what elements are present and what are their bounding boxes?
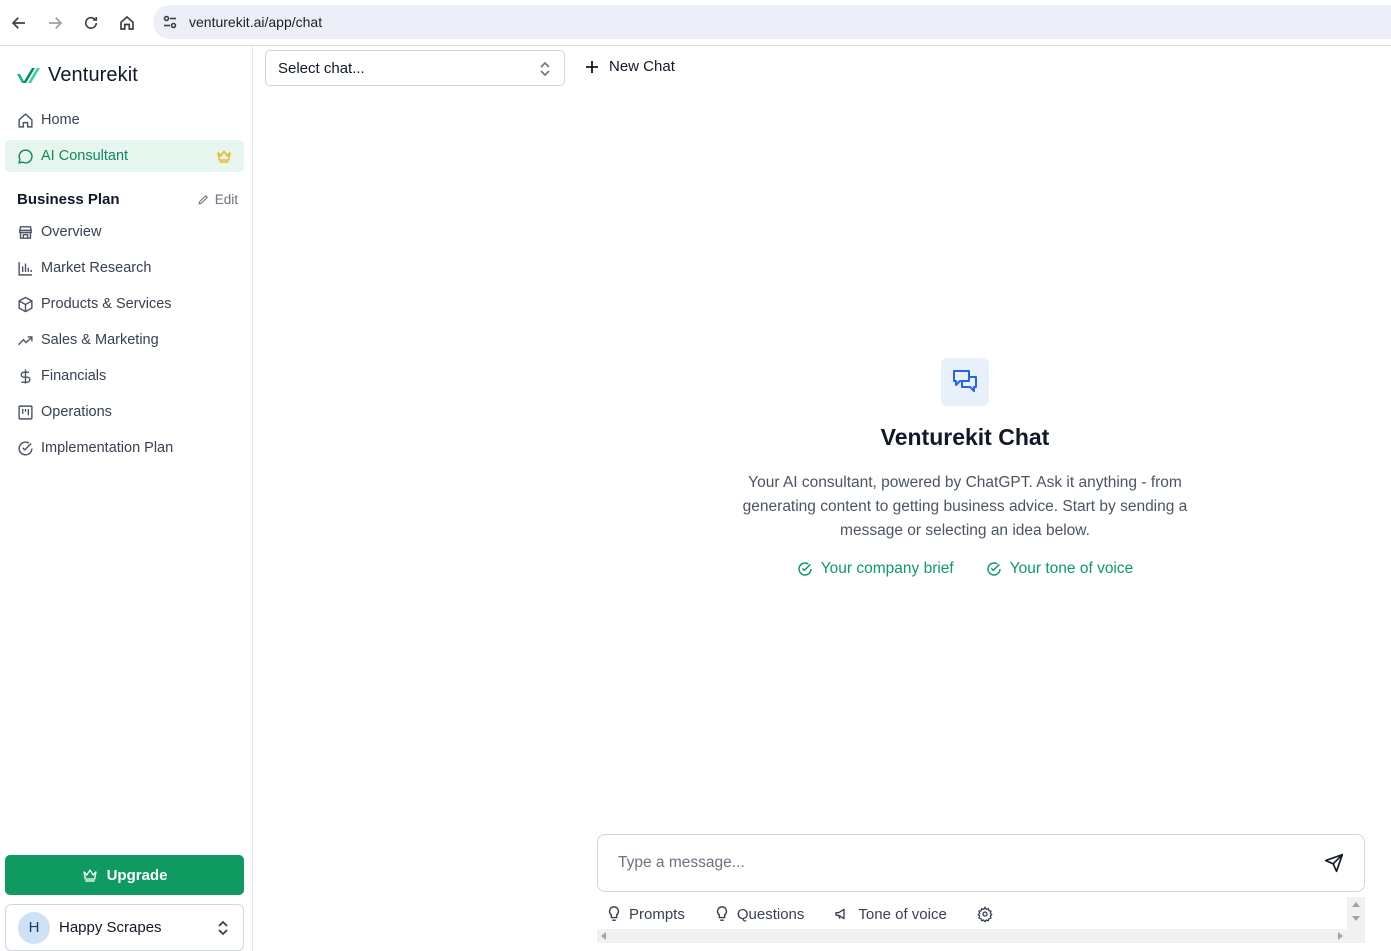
megaphone-icon bbox=[835, 908, 846, 920]
sidebar-item-label: Implementation Plan bbox=[41, 440, 174, 456]
box-icon bbox=[18, 296, 33, 312]
chevron-up-down-icon bbox=[540, 61, 550, 77]
back-arrow-icon bbox=[11, 16, 25, 29]
horizontal-scrollbar[interactable] bbox=[597, 929, 1347, 943]
tool-label: Prompts bbox=[629, 905, 685, 923]
send-icon[interactable] bbox=[1324, 853, 1344, 873]
pencil-icon bbox=[198, 194, 208, 205]
kanban-icon bbox=[18, 404, 33, 420]
upgrade-button[interactable]: Upgrade bbox=[5, 855, 244, 895]
account-name: Happy Scrapes bbox=[59, 919, 162, 936]
sidebar-item-label: Market Research bbox=[41, 260, 152, 276]
reload-button[interactable] bbox=[73, 5, 109, 41]
site-settings-icon[interactable] bbox=[162, 14, 178, 30]
tone-of-voice-button[interactable]: Tone of voice bbox=[834, 905, 947, 923]
lightbulb-icon bbox=[608, 906, 620, 921]
prompts-button[interactable]: Prompts bbox=[607, 906, 685, 923]
account-switcher[interactable]: H Happy Scrapes bbox=[5, 904, 244, 951]
back-button[interactable] bbox=[1, 5, 37, 41]
chat-bubbles-icon bbox=[941, 358, 989, 406]
business-plan-header: Business Plan Edit bbox=[17, 191, 238, 208]
chat-select-value: Select chat... bbox=[278, 59, 365, 77]
bar-chart-icon bbox=[18, 261, 32, 276]
message-input[interactable] bbox=[618, 854, 1278, 872]
gear-icon bbox=[977, 906, 993, 922]
edit-label: Edit bbox=[214, 192, 238, 207]
browser-toolbar: venturekit.ai/app/chat bbox=[0, 0, 1391, 46]
sidebar-item-products-services[interactable]: Products & Services bbox=[5, 288, 244, 320]
check-circle-icon bbox=[987, 562, 1001, 576]
home-button[interactable] bbox=[109, 5, 145, 41]
empty-state-description: Your AI consultant, powered by ChatGPT. … bbox=[742, 474, 1188, 539]
sidebar: Venturekit Home AI Consultant Business P… bbox=[0, 46, 253, 951]
new-chat-button[interactable]: New Chat bbox=[585, 58, 675, 75]
venturekit-logo-icon bbox=[17, 67, 40, 83]
plus-icon bbox=[586, 60, 598, 73]
sidebar-item-implementation-plan[interactable]: Implementation Plan bbox=[5, 432, 244, 464]
company-brief-badge[interactable]: Your company brief bbox=[797, 560, 954, 578]
avatar: H bbox=[18, 911, 50, 944]
settings-button[interactable] bbox=[977, 906, 1001, 922]
store-icon bbox=[19, 225, 32, 239]
address-bar[interactable]: venturekit.ai/app/chat bbox=[153, 5, 1391, 39]
forward-button[interactable] bbox=[37, 5, 73, 41]
chevron-up-down-icon bbox=[218, 920, 228, 936]
empty-state-title: Venturekit Chat bbox=[880, 424, 1050, 450]
edit-button[interactable]: Edit bbox=[197, 192, 238, 207]
sidebar-item-label: Operations bbox=[41, 404, 112, 420]
message-composer bbox=[597, 834, 1365, 892]
lightbulb-icon bbox=[716, 906, 727, 921]
vertical-scrollbar[interactable] bbox=[1347, 897, 1365, 943]
scroll-right-arrow[interactable] bbox=[1338, 932, 1343, 940]
check-circle-icon bbox=[798, 562, 812, 576]
tone-of-voice-badge[interactable]: Your tone of voice bbox=[986, 560, 1134, 578]
crown-icon bbox=[217, 150, 231, 163]
sidebar-item-market-research[interactable]: Market Research bbox=[5, 252, 244, 284]
logo[interactable]: Venturekit bbox=[16, 64, 138, 87]
brand-name: Venturekit bbox=[48, 64, 138, 86]
home-icon bbox=[18, 112, 33, 128]
check-circle-icon bbox=[18, 440, 33, 456]
tool-label: Tone of voice bbox=[858, 905, 947, 923]
crown-icon bbox=[82, 869, 97, 882]
chat-select[interactable]: Select chat... bbox=[265, 50, 565, 86]
questions-button[interactable]: Questions bbox=[715, 905, 805, 923]
trend-up-icon bbox=[17, 335, 33, 345]
home-icon bbox=[120, 15, 134, 30]
reload-icon bbox=[84, 16, 98, 29]
sidebar-item-home[interactable]: Home bbox=[5, 104, 244, 136]
badge-label: Your company brief bbox=[820, 560, 954, 577]
chat-bubble-icon bbox=[18, 148, 33, 164]
sidebar-item-operations[interactable]: Operations bbox=[5, 396, 244, 428]
sidebar-item-label: Home bbox=[41, 112, 80, 128]
composer-tools: Prompts Questions Tone of voice bbox=[597, 897, 1347, 931]
context-badges: Your company brief Your tone of voice bbox=[715, 560, 1215, 578]
scroll-down-arrow[interactable] bbox=[1352, 916, 1360, 921]
sidebar-item-label: Financials bbox=[41, 368, 107, 384]
scroll-up-arrow[interactable] bbox=[1352, 902, 1360, 907]
upgrade-label: Upgrade bbox=[106, 866, 168, 884]
tool-label: Questions bbox=[736, 905, 805, 923]
new-chat-label: New Chat bbox=[609, 58, 675, 75]
sidebar-item-sales-marketing[interactable]: Sales & Marketing bbox=[5, 324, 244, 356]
sidebar-item-label: AI Consultant bbox=[41, 148, 129, 164]
scroll-left-arrow[interactable] bbox=[601, 932, 606, 940]
section-title: Business Plan bbox=[17, 191, 120, 208]
url-text: venturekit.ai/app/chat bbox=[189, 14, 323, 30]
badge-label: Your tone of voice bbox=[1009, 560, 1134, 577]
sidebar-item-label: Overview bbox=[41, 224, 102, 240]
sidebar-item-label: Products & Services bbox=[41, 296, 172, 312]
sidebar-item-label: Sales & Marketing bbox=[41, 332, 159, 348]
sidebar-item-overview[interactable]: Overview bbox=[5, 216, 244, 248]
dollar-icon bbox=[20, 368, 31, 384]
forward-arrow-icon bbox=[49, 16, 63, 29]
sidebar-item-ai-consultant[interactable]: AI Consultant bbox=[5, 140, 244, 172]
sidebar-item-financials[interactable]: Financials bbox=[5, 360, 244, 392]
